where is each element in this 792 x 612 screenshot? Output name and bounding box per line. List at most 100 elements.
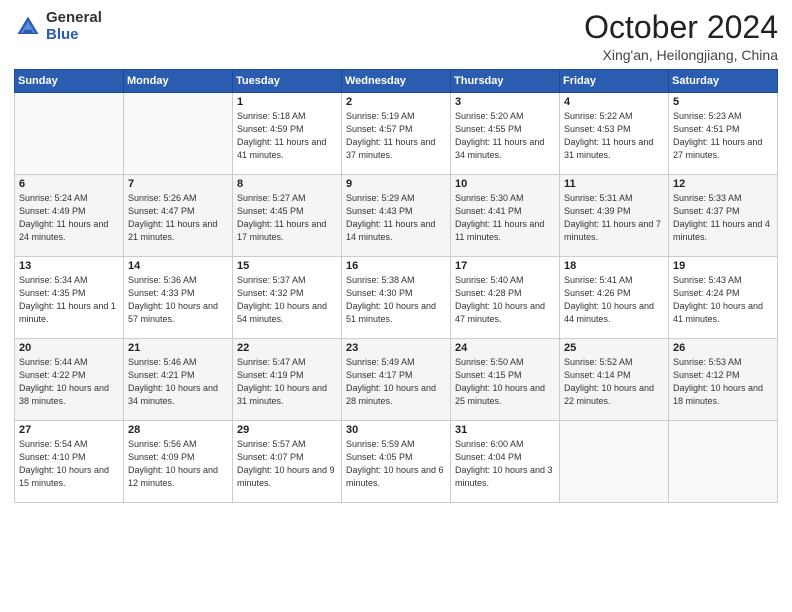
location: Xing'an, Heilongjiang, China — [584, 47, 778, 63]
calendar-day-cell: 19Sunrise: 5:43 AMSunset: 4:24 PMDayligh… — [669, 257, 778, 339]
calendar-day-cell: 28Sunrise: 5:56 AMSunset: 4:09 PMDayligh… — [124, 421, 233, 503]
day-info: Sunrise: 5:59 AMSunset: 4:05 PMDaylight:… — [346, 438, 446, 490]
day-number: 31 — [455, 424, 555, 436]
calendar-day-cell: 6 Sunrise: 5:24 AMSunset: 4:49 PMDaylight… — [15, 175, 124, 257]
calendar-week-row: 6 Sunrise: 5:24 AMSunset: 4:49 PMDaylight… — [15, 175, 778, 257]
calendar-day-cell: 15Sunrise: 5:37 AMSunset: 4:32 PMDayligh… — [233, 257, 342, 339]
day-info: Sunrise: 5:54 AMSunset: 4:10 PMDaylight:… — [19, 438, 119, 490]
weekday-header: Sunday — [15, 70, 124, 93]
day-info: Sunrise: 5:26 AMSunset: 4:47 PMDaylight:… — [128, 192, 228, 244]
day-number: 16 — [346, 260, 446, 272]
day-number: 7 — [128, 178, 228, 190]
weekday-header: Saturday — [669, 70, 778, 93]
day-info: Sunrise: 5:27 AMSunset: 4:45 PMDaylight:… — [237, 192, 337, 244]
calendar-day-cell: 25 Sunrise: 5:52 AMSunset: 4:14 PMDayligh… — [560, 339, 669, 421]
day-info: Sunrise: 5:22 AMSunset: 4:53 PMDaylight:… — [564, 110, 664, 162]
day-info: Sunrise: 5:30 AMSunset: 4:41 PMDaylight:… — [455, 192, 555, 244]
title-block: October 2024 Xing'an, Heilongjiang, Chin… — [584, 10, 778, 63]
day-number: 10 — [455, 178, 555, 190]
day-info: Sunrise: 5:33 AMSunset: 4:37 PMDaylight:… — [673, 192, 773, 244]
day-number: 4 — [564, 96, 664, 108]
day-number: 25 — [564, 342, 664, 354]
day-number: 8 — [237, 178, 337, 190]
weekday-header: Friday — [560, 70, 669, 93]
calendar-day-cell: 18 Sunrise: 5:41 AMSunset: 4:26 PMDayligh… — [560, 257, 669, 339]
day-number: 1 — [237, 96, 337, 108]
day-info: Sunrise: 5:34 AMSunset: 4:35 PMDaylight:… — [19, 274, 119, 326]
calendar-day-cell: 16 Sunrise: 5:38 AMSunset: 4:30 PMDayligh… — [342, 257, 451, 339]
day-info: Sunrise: 5:56 AMSunset: 4:09 PMDaylight:… — [128, 438, 228, 490]
calendar-day-cell: 26 Sunrise: 5:53 AMSunset: 4:12 PMDayligh… — [669, 339, 778, 421]
day-info: Sunrise: 5:38 AMSunset: 4:30 PMDaylight:… — [346, 274, 446, 326]
calendar-day-cell: 31 Sunrise: 6:00 AMSunset: 4:04 PMDayligh… — [451, 421, 560, 503]
day-info: Sunrise: 5:57 AMSunset: 4:07 PMDaylight:… — [237, 438, 337, 490]
calendar-day-cell: 7 Sunrise: 5:26 AMSunset: 4:47 PMDaylight… — [124, 175, 233, 257]
day-number: 13 — [19, 260, 119, 272]
calendar-day-cell: 29 Sunrise: 5:57 AMSunset: 4:07 PMDayligh… — [233, 421, 342, 503]
calendar-day-cell — [15, 93, 124, 175]
day-number: 11 — [564, 178, 664, 190]
calendar-day-cell: 24Sunrise: 5:50 AMSunset: 4:15 PMDayligh… — [451, 339, 560, 421]
day-info: Sunrise: 5:19 AMSunset: 4:57 PMDaylight:… — [346, 110, 446, 162]
day-info: Sunrise: 5:44 AMSunset: 4:22 PMDaylight:… — [19, 356, 119, 408]
calendar-day-cell: 14Sunrise: 5:36 AMSunset: 4:33 PMDayligh… — [124, 257, 233, 339]
day-number: 5 — [673, 96, 773, 108]
logo-icon — [14, 13, 42, 41]
calendar-week-row: 27 Sunrise: 5:54 AMSunset: 4:10 PMDayligh… — [15, 421, 778, 503]
day-info: Sunrise: 5:29 AMSunset: 4:43 PMDaylight:… — [346, 192, 446, 244]
month-title: October 2024 — [584, 10, 778, 45]
calendar-day-cell: 3 Sunrise: 5:20 AMSunset: 4:55 PMDaylight… — [451, 93, 560, 175]
calendar-day-cell: 1 Sunrise: 5:18 AMSunset: 4:59 PMDaylight… — [233, 93, 342, 175]
day-number: 6 — [19, 178, 119, 190]
weekday-header: Monday — [124, 70, 233, 93]
day-number: 2 — [346, 96, 446, 108]
calendar-day-cell: 9Sunrise: 5:29 AMSunset: 4:43 PMDaylight… — [342, 175, 451, 257]
calendar-table: SundayMondayTuesdayWednesdayThursdayFrid… — [14, 69, 778, 503]
calendar-day-cell — [124, 93, 233, 175]
page: General Blue October 2024 Xing'an, Heilo… — [0, 0, 792, 612]
calendar-day-cell: 22Sunrise: 5:47 AMSunset: 4:19 PMDayligh… — [233, 339, 342, 421]
weekday-header: Tuesday — [233, 70, 342, 93]
calendar-day-cell: 17Sunrise: 5:40 AMSunset: 4:28 PMDayligh… — [451, 257, 560, 339]
day-info: Sunrise: 5:53 AMSunset: 4:12 PMDaylight:… — [673, 356, 773, 408]
calendar-day-cell: 23Sunrise: 5:49 AMSunset: 4:17 PMDayligh… — [342, 339, 451, 421]
day-number: 18 — [564, 260, 664, 272]
day-info: Sunrise: 5:52 AMSunset: 4:14 PMDaylight:… — [564, 356, 664, 408]
calendar-day-cell: 30 Sunrise: 5:59 AMSunset: 4:05 PMDayligh… — [342, 421, 451, 503]
day-info: Sunrise: 5:18 AMSunset: 4:59 PMDaylight:… — [237, 110, 337, 162]
calendar-day-cell: 20 Sunrise: 5:44 AMSunset: 4:22 PMDayligh… — [15, 339, 124, 421]
logo: General Blue — [14, 10, 102, 43]
calendar-day-cell: 10 Sunrise: 5:30 AMSunset: 4:41 PMDayligh… — [451, 175, 560, 257]
day-info: Sunrise: 5:31 AMSunset: 4:39 PMDaylight:… — [564, 192, 664, 244]
day-info: Sunrise: 5:50 AMSunset: 4:15 PMDaylight:… — [455, 356, 555, 408]
day-info: Sunrise: 5:47 AMSunset: 4:19 PMDaylight:… — [237, 356, 337, 408]
day-info: Sunrise: 5:41 AMSunset: 4:26 PMDaylight:… — [564, 274, 664, 326]
calendar-day-cell: 5Sunrise: 5:23 AMSunset: 4:51 PMDaylight… — [669, 93, 778, 175]
day-info: Sunrise: 6:00 AMSunset: 4:04 PMDaylight:… — [455, 438, 555, 490]
calendar-day-cell: 21 Sunrise: 5:46 AMSunset: 4:21 PMDayligh… — [124, 339, 233, 421]
day-number: 17 — [455, 260, 555, 272]
day-number: 23 — [346, 342, 446, 354]
day-number: 27 — [19, 424, 119, 436]
day-number: 26 — [673, 342, 773, 354]
logo-text: General Blue — [46, 10, 102, 43]
day-number: 20 — [19, 342, 119, 354]
day-number: 29 — [237, 424, 337, 436]
day-number: 15 — [237, 260, 337, 272]
header: General Blue October 2024 Xing'an, Heilo… — [14, 10, 778, 63]
day-number: 30 — [346, 424, 446, 436]
weekday-header: Thursday — [451, 70, 560, 93]
day-info: Sunrise: 5:36 AMSunset: 4:33 PMDaylight:… — [128, 274, 228, 326]
day-number: 3 — [455, 96, 555, 108]
calendar-day-cell — [669, 421, 778, 503]
calendar-day-cell: 8 Sunrise: 5:27 AMSunset: 4:45 PMDaylight… — [233, 175, 342, 257]
calendar-header-row: SundayMondayTuesdayWednesdayThursdayFrid… — [15, 70, 778, 93]
day-number: 21 — [128, 342, 228, 354]
day-info: Sunrise: 5:46 AMSunset: 4:21 PMDaylight:… — [128, 356, 228, 408]
day-info: Sunrise: 5:20 AMSunset: 4:55 PMDaylight:… — [455, 110, 555, 162]
day-info: Sunrise: 5:24 AMSunset: 4:49 PMDaylight:… — [19, 192, 119, 244]
calendar-week-row: 20 Sunrise: 5:44 AMSunset: 4:22 PMDayligh… — [15, 339, 778, 421]
calendar-week-row: 13 Sunrise: 5:34 AMSunset: 4:35 PMDayligh… — [15, 257, 778, 339]
calendar-day-cell: 11 Sunrise: 5:31 AMSunset: 4:39 PMDayligh… — [560, 175, 669, 257]
day-number: 19 — [673, 260, 773, 272]
